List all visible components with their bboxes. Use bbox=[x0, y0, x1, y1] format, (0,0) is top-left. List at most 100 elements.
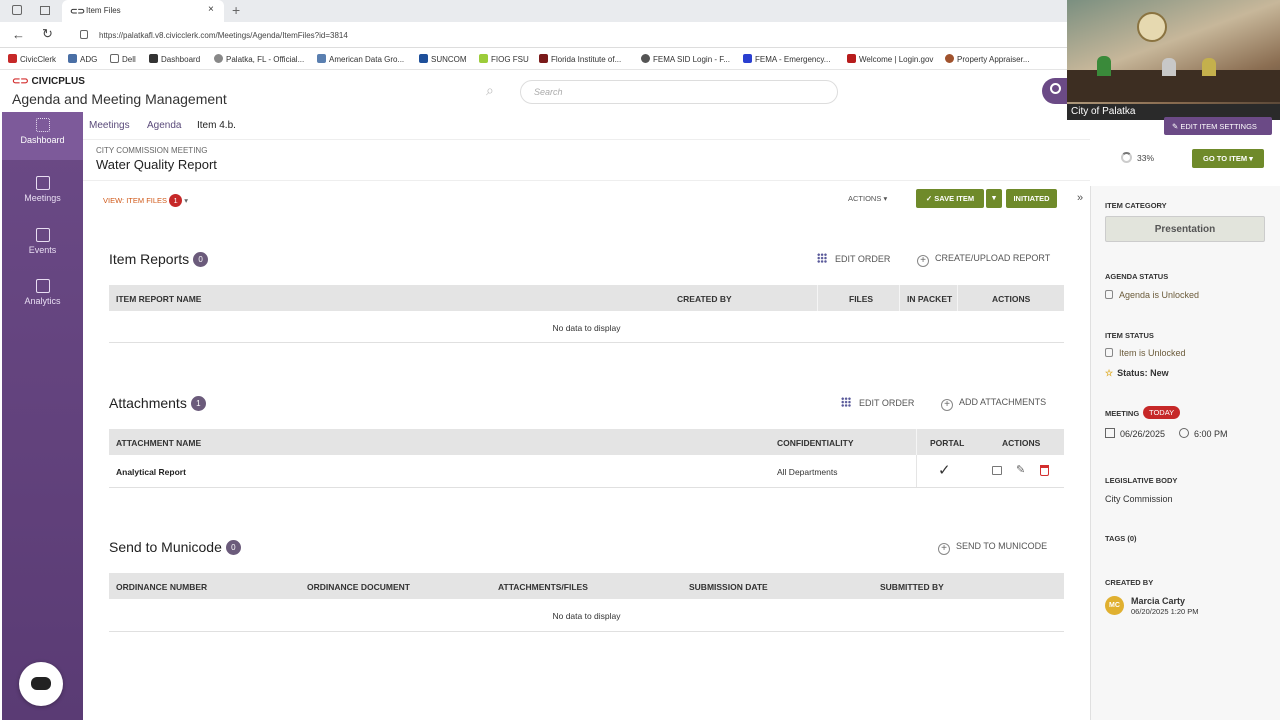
meeting-time: 6:00 PM bbox=[1179, 428, 1228, 439]
create-upload-label: CREATE/UPLOAD REPORT bbox=[935, 253, 1051, 263]
column-header[interactable]: ATTACHMENTS/FILES bbox=[498, 582, 588, 592]
column-header[interactable]: CREATED BY bbox=[677, 294, 732, 304]
workspaces-icon[interactable] bbox=[12, 5, 22, 15]
bookmark-item[interactable]: Florida Institute of... bbox=[539, 54, 621, 64]
add-attachments-button[interactable]: + ADD ATTACHMENTS bbox=[941, 397, 1046, 411]
save-item-button[interactable]: ✓ SAVE ITEM bbox=[916, 189, 984, 208]
tags-label[interactable]: TAGS (0) bbox=[1105, 534, 1137, 543]
item-reports-count: 0 bbox=[193, 252, 209, 267]
go-to-item-button[interactable]: GO TO ITEM ▾ bbox=[1192, 149, 1264, 168]
bookmark-item[interactable]: American Data Gro... bbox=[317, 54, 404, 64]
column-header[interactable]: ACTIONS bbox=[992, 294, 1030, 304]
save-options-button[interactable]: ▾ bbox=[986, 189, 1002, 208]
view-item-files-dropdown[interactable]: VIEW: ITEM FILES 1 ▾ bbox=[103, 194, 188, 207]
property-appraiser-icon bbox=[945, 54, 954, 63]
column-header[interactable]: ORDINANCE NUMBER bbox=[116, 582, 207, 592]
bookmark-label: FEMA - Emergency... bbox=[755, 55, 831, 64]
bookmark-item[interactable]: Dell bbox=[110, 54, 136, 64]
column-header[interactable]: CONFIDENTIALITY bbox=[777, 438, 854, 448]
bookmark-item[interactable]: CivicClerk bbox=[8, 54, 56, 64]
refresh-icon[interactable]: ↻ bbox=[42, 26, 53, 42]
help-chat-button[interactable] bbox=[19, 662, 63, 706]
meeting-type: CITY COMMISSION MEETING bbox=[96, 146, 208, 155]
item-details-panel: ITEM CATEGORY Presentation AGENDA STATUS… bbox=[1090, 186, 1280, 720]
table-row[interactable]: Analytical Report All Departments ✓ ✎ bbox=[109, 455, 1064, 487]
bookmark-label: FIOG FSU bbox=[491, 55, 529, 64]
item-category-select[interactable]: Presentation bbox=[1105, 216, 1265, 242]
create-upload-report-button[interactable]: + CREATE/UPLOAD REPORT bbox=[917, 253, 1050, 267]
municode-title: Send to Municode bbox=[109, 539, 222, 555]
delete-icon[interactable] bbox=[1040, 465, 1049, 476]
calendar-icon bbox=[1105, 428, 1115, 438]
bookmark-item[interactable]: Welcome | Login.gov bbox=[847, 54, 933, 64]
edit-pencil-icon[interactable]: ✎ bbox=[1016, 463, 1025, 476]
initiated-label: INITIATED bbox=[1013, 194, 1050, 203]
bookmark-label: Welcome | Login.gov bbox=[859, 55, 934, 64]
brand-label: CIVICPLUS bbox=[31, 76, 85, 87]
grid-icon bbox=[817, 253, 827, 263]
download-icon[interactable] bbox=[992, 466, 1002, 475]
bookmark-item[interactable]: SUNCOM bbox=[419, 54, 467, 64]
attachments-edit-order-button[interactable]: EDIT ORDER bbox=[841, 397, 914, 408]
back-icon[interactable]: ← bbox=[12, 27, 25, 42]
bookmark-item[interactable]: Property Appraiser... bbox=[945, 54, 1029, 64]
clock-icon bbox=[1179, 428, 1189, 438]
bookmark-item[interactable]: FEMA SID Login - F... bbox=[641, 54, 730, 64]
edit-item-settings-button[interactable]: ✎ EDIT ITEM SETTINGS bbox=[1164, 117, 1272, 135]
agenda-status-label: AGENDA STATUS bbox=[1105, 272, 1169, 281]
breadcrumb-meetings[interactable]: Meetings bbox=[89, 120, 130, 131]
column-header[interactable]: PORTAL bbox=[930, 438, 964, 448]
chat-button[interactable] bbox=[1042, 78, 1068, 104]
item-category-label: ITEM CATEGORY bbox=[1105, 201, 1167, 210]
browser-tab[interactable]: ⊂⊃ Item Files × bbox=[62, 0, 224, 22]
commissioner-figure bbox=[1162, 58, 1176, 76]
column-header[interactable]: ORDINANCE DOCUMENT bbox=[307, 582, 410, 592]
chevron-down-icon: ▾ bbox=[992, 193, 996, 202]
city-seal-icon bbox=[1137, 12, 1167, 42]
bookmark-item[interactable]: Dashboard bbox=[149, 54, 200, 64]
send-to-municode-button[interactable]: + SEND TO MUNICODE bbox=[938, 541, 1047, 555]
meeting-date: 06/26/2025 bbox=[1105, 428, 1165, 439]
sidebar-item-analytics[interactable]: Analytics bbox=[2, 273, 83, 321]
actions-dropdown[interactable]: ACTIONS ▾ bbox=[848, 194, 887, 203]
bookmark-item[interactable]: FEMA - Emergency... bbox=[743, 54, 830, 64]
column-divider bbox=[916, 429, 917, 455]
chevron-down-icon: ▾ bbox=[1249, 154, 1253, 163]
close-tab-icon[interactable]: × bbox=[208, 4, 214, 15]
attachment-name[interactable]: Analytical Report bbox=[116, 467, 186, 477]
view-item-files-label: VIEW: ITEM FILES bbox=[103, 196, 168, 205]
url-field[interactable]: https://palatkafl.v8.civicclerk.com/Meet… bbox=[99, 31, 348, 40]
initiated-status-button[interactable]: INITIATED bbox=[1006, 189, 1057, 208]
collapse-panel-icon[interactable]: » bbox=[1077, 192, 1083, 204]
column-header[interactable]: IN PACKET bbox=[907, 294, 952, 304]
column-header[interactable]: FILES bbox=[849, 294, 873, 304]
column-header[interactable]: ATTACHMENT NAME bbox=[116, 438, 201, 448]
column-header[interactable]: ACTIONS bbox=[1002, 438, 1040, 448]
avatar: MC bbox=[1105, 596, 1124, 615]
sidebar-item-events[interactable]: Events bbox=[2, 222, 83, 270]
search-input[interactable]: Search bbox=[520, 80, 838, 104]
site-info-icon[interactable] bbox=[80, 30, 88, 39]
column-header[interactable]: SUBMITTED BY bbox=[880, 582, 944, 592]
bookmark-item[interactable]: Palatka, FL - Official... bbox=[214, 54, 304, 64]
tab-actions-icon[interactable] bbox=[40, 6, 50, 15]
bookmark-item[interactable]: FIOG FSU bbox=[479, 54, 529, 64]
breadcrumb: Meetings Agenda Item 4.b. bbox=[83, 112, 1090, 140]
column-header[interactable]: ITEM REPORT NAME bbox=[116, 294, 201, 304]
bookmark-item[interactable]: ADG bbox=[68, 54, 97, 64]
sidebar-item-meetings[interactable]: Meetings bbox=[2, 170, 83, 218]
actions-label: ACTIONS bbox=[848, 194, 882, 203]
breadcrumb-agenda[interactable]: Agenda bbox=[147, 120, 181, 131]
sidebar-item-dashboard[interactable]: Dashboard bbox=[2, 112, 83, 160]
sidebar-item-label: Dashboard bbox=[20, 135, 65, 145]
meeting-time-text: 6:00 PM bbox=[1194, 429, 1228, 439]
attachments-count: 1 bbox=[190, 396, 206, 411]
portal-check-icon[interactable]: ✓ bbox=[938, 461, 951, 479]
divider bbox=[109, 342, 1064, 343]
meeting-label: MEETING bbox=[1105, 409, 1140, 418]
edit-item-settings-label: EDIT ITEM SETTINGS bbox=[1180, 122, 1257, 131]
plus-circle-icon: + bbox=[938, 543, 950, 555]
new-tab-icon[interactable]: + bbox=[232, 2, 240, 18]
column-header[interactable]: SUBMISSION DATE bbox=[689, 582, 768, 592]
item-reports-edit-order-button[interactable]: EDIT ORDER bbox=[817, 253, 890, 264]
